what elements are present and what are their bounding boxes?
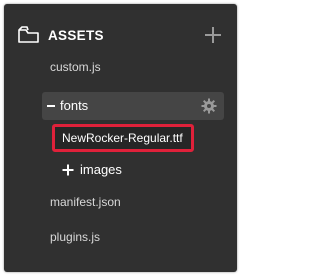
panel-title: ASSETS bbox=[48, 28, 104, 43]
file-plugins-js[interactable]: plugins.js bbox=[50, 230, 100, 244]
file-manifest-json[interactable]: manifest.json bbox=[50, 195, 121, 209]
folder-label: fonts bbox=[60, 98, 89, 113]
file-label: NewRocker-Regular.ttf bbox=[62, 131, 183, 145]
plus-icon[interactable] bbox=[204, 26, 222, 44]
minus-icon[interactable] bbox=[47, 105, 55, 107]
folder-fonts[interactable]: fonts bbox=[42, 92, 224, 120]
file-custom-js[interactable]: custom.js bbox=[50, 60, 101, 74]
assets-panel: ASSETS custom.js fonts NewRocker-Regular… bbox=[4, 4, 237, 272]
folder-icon bbox=[18, 26, 39, 43]
gear-icon[interactable] bbox=[201, 98, 217, 114]
folder-images[interactable]: images bbox=[80, 163, 122, 177]
plus-icon[interactable] bbox=[62, 164, 74, 176]
file-newrocker-regular-ttf[interactable]: NewRocker-Regular.ttf bbox=[52, 124, 194, 152]
